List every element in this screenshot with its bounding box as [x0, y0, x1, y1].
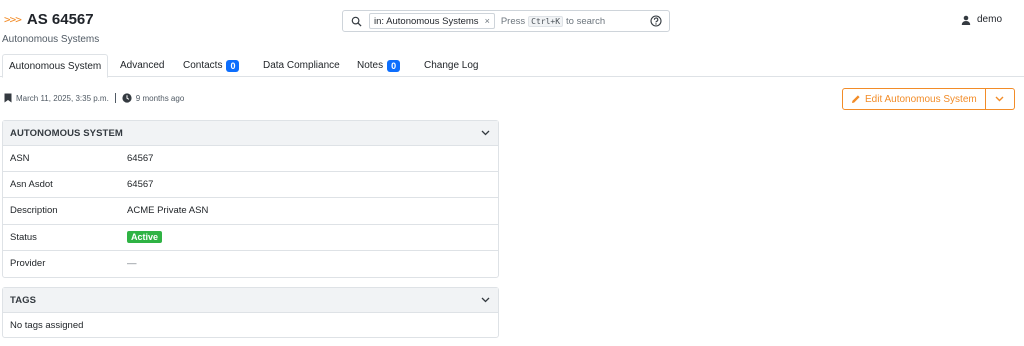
field-value: 64567: [127, 153, 154, 165]
field-label: Description: [10, 205, 58, 217]
tab-label: Notes: [357, 60, 384, 71]
chevron-down-icon: [995, 96, 1004, 102]
field-value: —: [127, 258, 137, 270]
pencil-icon: [852, 95, 860, 103]
page-subtitle[interactable]: Autonomous Systems: [2, 34, 99, 45]
edit-button-label: Edit Autonomous System: [865, 93, 977, 105]
table-row: Asn Asdot 64567: [3, 172, 498, 199]
panel-header[interactable]: AUTONOMOUS SYSTEM: [3, 121, 498, 146]
status-badge: Active: [127, 230, 163, 243]
search-hint-post: to search: [566, 15, 606, 27]
search-hint-pre: Press: [500, 15, 526, 27]
panel-header[interactable]: TAGS: [3, 288, 498, 313]
search-icon: [343, 16, 369, 27]
tab-bar: Autonomous System Advanced Contacts 0 Da…: [0, 54, 1024, 78]
tab-contacts[interactable]: Contacts 0: [183, 54, 240, 77]
tab-notes[interactable]: Notes 0: [357, 54, 401, 77]
edit-button-group: Edit Autonomous System: [842, 88, 1015, 110]
updated-timestamp: 9 months ago: [135, 93, 185, 103]
panel-title: TAGS: [10, 294, 37, 306]
panel-title: AUTONOMOUS SYSTEM: [10, 127, 123, 139]
remove-scope-icon[interactable]: ×: [485, 16, 490, 26]
field-value: ACME Private ASN: [127, 205, 209, 217]
tab-label: Data Compliance: [263, 60, 340, 71]
tab-data-compliance[interactable]: Data Compliance: [263, 54, 340, 77]
table-row: Description ACME Private ASN: [3, 198, 498, 225]
page-title: AS 64567: [26, 11, 94, 28]
collapse-chevron-icon[interactable]: [481, 297, 490, 303]
tab-change-log[interactable]: Change Log: [424, 54, 479, 77]
contacts-count-badge: 0: [226, 59, 240, 72]
help-icon[interactable]: [650, 15, 662, 30]
autonomous-system-panel: AUTONOMOUS SYSTEM ASN 64567 Asn Asdot 64…: [2, 120, 499, 278]
no-tags-text: No tags assigned: [10, 319, 84, 331]
field-label: Status: [10, 231, 37, 243]
bookmark-icon: [4, 93, 12, 103]
table-row: Status Active: [3, 225, 498, 251]
field-label: ASN: [10, 153, 30, 165]
created-timestamp: March 11, 2025, 3:35 p.m.: [16, 93, 109, 103]
page-header: >>> AS 64567 Autonomous Systems in: Auto…: [0, 0, 1024, 52]
edit-dropdown-toggle[interactable]: [985, 88, 1015, 110]
field-label: Provider: [10, 258, 46, 270]
breadcrumb-chevron-icon: >>>: [4, 13, 22, 26]
tab-autonomous-system[interactable]: Autonomous System: [2, 54, 109, 78]
search-hint: Press Ctrl+K to search: [500, 15, 606, 27]
object-meta: March 11, 2025, 3:35 p.m. 9 months ago: [4, 93, 184, 103]
clock-icon: [122, 93, 132, 103]
edit-autonomous-system-button[interactable]: Edit Autonomous System: [842, 88, 986, 110]
shortcut-key: Ctrl+K: [528, 15, 564, 27]
collapse-chevron-icon[interactable]: [481, 130, 490, 136]
tab-label: Contacts: [183, 60, 223, 71]
table-row: Provider —: [3, 251, 498, 277]
field-label: Asn Asdot: [10, 179, 53, 191]
notes-count-badge: 0: [387, 59, 401, 72]
table-row: ASN 64567: [3, 146, 498, 173]
tab-label: Change Log: [424, 60, 479, 71]
user-icon: [961, 15, 971, 25]
title-row: >>> AS 64567: [4, 11, 94, 28]
search-scope-label: in: Autonomous Systems: [374, 15, 479, 27]
user-name: demo: [977, 14, 1003, 25]
user-menu[interactable]: demo: [961, 14, 1002, 25]
tab-label: Autonomous System: [9, 60, 102, 72]
meta-divider: [114, 93, 116, 103]
tags-panel: TAGS No tags assigned: [2, 287, 499, 338]
search-scope-chip[interactable]: in: Autonomous Systems ×: [369, 13, 495, 29]
tab-advanced[interactable]: Advanced: [120, 54, 164, 77]
search-bar[interactable]: in: Autonomous Systems × Press Ctrl+K to…: [342, 10, 670, 32]
field-value: 64567: [127, 179, 154, 191]
tab-label: Advanced: [120, 60, 165, 71]
